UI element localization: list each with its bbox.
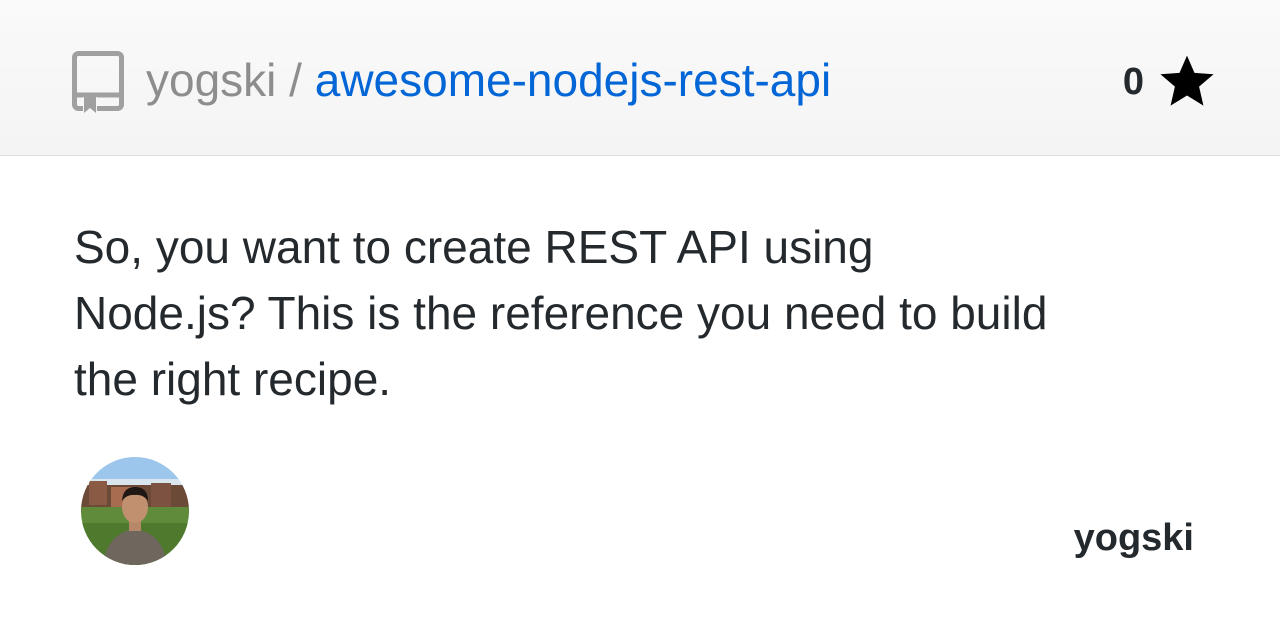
star-counter[interactable]: 0 bbox=[1123, 52, 1216, 112]
star-icon bbox=[1160, 55, 1214, 106]
star-count: 0 bbox=[1122, 60, 1144, 103]
avatar[interactable] bbox=[81, 457, 189, 565]
repo-icon bbox=[72, 51, 124, 113]
repo-name-link[interactable]: awesome-nodejs-rest-api bbox=[315, 54, 831, 106]
path-separator: / bbox=[289, 54, 302, 106]
author-name[interactable]: yogski bbox=[1074, 517, 1194, 560]
avatar-photo bbox=[81, 457, 189, 565]
owner-link[interactable]: yogski bbox=[146, 54, 276, 106]
repo-title: yogski / awesome-nodejs-rest-api bbox=[146, 52, 831, 108]
repo-description: So, you want to create REST API using No… bbox=[74, 221, 1048, 405]
repo-header: yogski / awesome-nodejs-rest-api 0 bbox=[0, 0, 1280, 156]
